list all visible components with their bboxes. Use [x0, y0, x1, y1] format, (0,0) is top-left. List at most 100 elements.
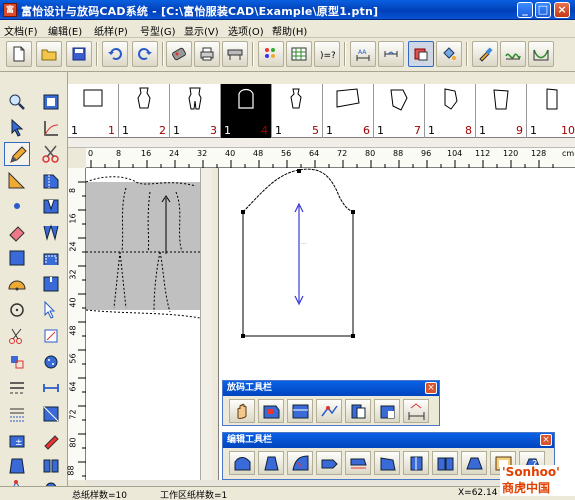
piece-item[interactable]: 1 3 [170, 84, 221, 138]
close-button[interactable]: × [554, 2, 570, 18]
print-icon[interactable] [194, 41, 220, 67]
wave-icon[interactable] [500, 41, 526, 67]
piece-thumbnail [238, 88, 254, 109]
protractor-icon[interactable] [4, 272, 30, 296]
block-icon[interactable] [4, 246, 30, 270]
grade-select-icon[interactable] [258, 399, 284, 423]
grade-copy-icon[interactable] [345, 399, 371, 423]
edit-bodice-icon[interactable] [258, 451, 284, 475]
menu-edit[interactable]: 编辑(E) [48, 23, 82, 38]
digitizer-icon[interactable] [166, 41, 192, 67]
mirror-icon[interactable] [38, 454, 64, 478]
button-icon[interactable] [38, 350, 64, 374]
edit-curve-icon[interactable] [229, 451, 255, 475]
edit-shape-icon[interactable] [374, 451, 400, 475]
formula-icon[interactable]: )=? [314, 41, 340, 67]
piece-item[interactable]: 1 8 [425, 84, 476, 138]
menu-options[interactable]: 选项(O) [228, 23, 264, 38]
brush-icon[interactable] [472, 41, 498, 67]
undo-icon[interactable] [102, 41, 128, 67]
curve-icon[interactable] [528, 41, 554, 67]
ruler-label: 128 [531, 149, 547, 158]
new-file-icon[interactable] [6, 41, 32, 67]
seam-allowance-icon[interactable] [4, 402, 30, 426]
piece-item-selected[interactable]: 1 4 [221, 84, 272, 138]
minimize-button[interactable]: _ [517, 2, 533, 18]
piece-item[interactable]: 1 1 [68, 84, 119, 138]
piece-list-scrollbar[interactable] [68, 138, 575, 148]
grid-table-icon[interactable] [286, 41, 312, 67]
paper-scrollbar[interactable] [200, 168, 212, 480]
menu-pattern[interactable]: 纸样(P) [94, 23, 128, 38]
eraser-icon[interactable] [4, 220, 30, 244]
corner-line-icon[interactable] [38, 116, 64, 140]
menu-file[interactable]: 文档(F) [4, 23, 38, 38]
scissors-icon[interactable] [38, 142, 64, 166]
fill-icon[interactable] [436, 41, 462, 67]
seam-icon[interactable] [38, 246, 64, 270]
plus-minus-icon[interactable]: ± [4, 428, 30, 452]
grading-toolbar-close[interactable]: × [425, 382, 437, 394]
piece-quantity: 1 [377, 124, 384, 137]
cut-line-icon[interactable] [4, 324, 30, 348]
select-piece-icon[interactable] [38, 90, 64, 114]
grade-paste-icon[interactable] [374, 399, 400, 423]
circle-icon[interactable] [4, 298, 30, 322]
piece-item[interactable]: 1 6 [323, 84, 374, 138]
grade-distance-icon[interactable] [403, 399, 429, 423]
line-style-icon[interactable] [4, 376, 30, 400]
cursor-piece-icon[interactable] [38, 298, 64, 322]
grade-point-icon[interactable] [316, 399, 342, 423]
edit-flip-icon[interactable] [345, 451, 371, 475]
plotter-icon[interactable] [222, 41, 248, 67]
notch-icon[interactable] [38, 272, 64, 296]
redo-icon[interactable] [132, 41, 158, 67]
zoom-icon[interactable] [4, 90, 30, 114]
layout-paper[interactable] [86, 168, 200, 480]
piece-icon[interactable] [408, 41, 434, 67]
dart-icon[interactable] [38, 194, 64, 218]
title-bar: 富 富怡设计与放码CAD系统 - [C:\富怡服装CAD\Example\原型1… [0, 0, 575, 20]
edit-toolbar-title[interactable]: 编辑工具栏 [223, 433, 554, 448]
menu-view[interactable]: 显示(V) [184, 23, 219, 38]
length-icon[interactable] [38, 376, 64, 400]
menu-size[interactable]: 号型(G) [140, 23, 176, 38]
open-folder-icon[interactable] [36, 41, 62, 67]
piece-item[interactable]: 1 9 [476, 84, 527, 138]
transform-icon[interactable] [4, 350, 30, 374]
save-icon[interactable] [66, 41, 92, 67]
edit-move-icon[interactable] [316, 451, 342, 475]
marker-pen-icon[interactable] [38, 428, 64, 452]
maximize-button[interactable]: □ [535, 2, 551, 18]
fold-icon[interactable] [38, 402, 64, 426]
arrow-select-icon[interactable] [4, 116, 30, 140]
grading-toolbar-title[interactable]: 放码工具栏 [223, 381, 439, 396]
cut-piece-icon[interactable] [38, 168, 64, 192]
piece-item[interactable]: 1 10 [527, 84, 575, 138]
measure-icon[interactable]: AA [350, 41, 376, 67]
pencil-icon[interactable] [4, 142, 30, 166]
ruler-icon[interactable] [378, 41, 404, 67]
grade-all-icon[interactable] [287, 399, 313, 423]
edit-symmetry-icon[interactable] [461, 451, 487, 475]
point-icon[interactable] [4, 194, 30, 218]
bodice-icon[interactable] [4, 454, 30, 478]
hand-icon[interactable] [229, 399, 255, 423]
triangle-ruler-icon[interactable] [4, 168, 30, 192]
rotate-piece-icon[interactable] [38, 324, 64, 348]
edit-split-icon[interactable] [403, 451, 429, 475]
piece-item[interactable]: 1 2 [119, 84, 170, 138]
edit-toolbar-close[interactable]: × [540, 434, 552, 446]
grading-toolbar: 放码工具栏 × [222, 380, 440, 426]
piece-thumbnail [493, 89, 509, 110]
ruler-label: 48 [253, 149, 264, 158]
piece-thumbnail [290, 88, 302, 109]
piece-item[interactable]: 1 5 [272, 84, 323, 138]
color-palette-icon[interactable] [258, 41, 284, 67]
window-title: 富怡设计与放码CAD系统 - [C:\富怡服装CAD\Example\原型1.p… [21, 5, 379, 18]
piece-item[interactable]: 1 7 [374, 84, 425, 138]
menu-help[interactable]: 帮助(H) [272, 23, 307, 38]
edit-join-icon[interactable] [432, 451, 458, 475]
edit-sleeve-icon[interactable] [287, 451, 313, 475]
pleat-icon[interactable] [38, 220, 64, 244]
